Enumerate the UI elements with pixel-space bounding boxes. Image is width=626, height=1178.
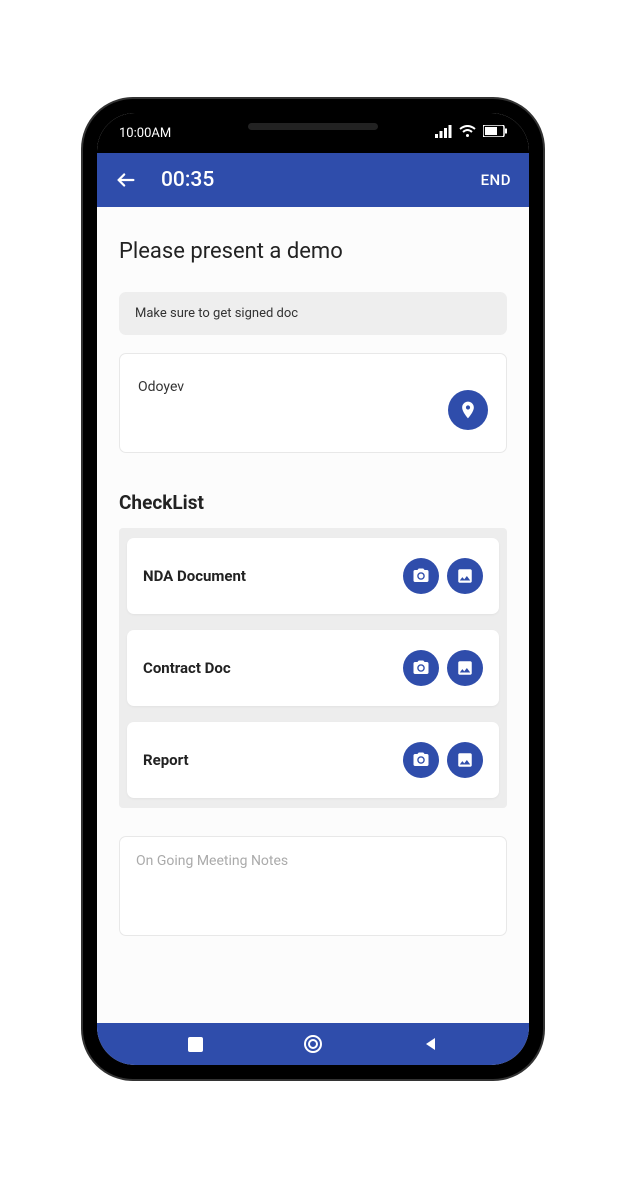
location-card: Odoyev <box>119 353 507 453</box>
notes-box <box>119 836 507 936</box>
checklist-item-label: Contract Doc <box>143 659 231 677</box>
timer-display: 00:35 <box>161 168 481 192</box>
status-right <box>435 125 507 142</box>
checklist-item-contract: Contract Doc <box>127 630 499 706</box>
location-pin-button[interactable] <box>448 390 488 430</box>
back-button[interactable] <box>115 169 137 191</box>
checklist-actions <box>403 558 483 594</box>
wifi-icon <box>459 125 476 142</box>
battery-icon <box>483 125 507 141</box>
camera-button[interactable] <box>403 558 439 594</box>
phone-speaker <box>248 123 378 130</box>
nav-back-button[interactable] <box>411 1024 451 1064</box>
checklist-item-report: Report <box>127 722 499 798</box>
checklist-item-nda: NDA Document <box>127 538 499 614</box>
image-button[interactable] <box>447 742 483 778</box>
app-bar: 00:35 END <box>97 153 529 207</box>
end-button[interactable]: END <box>481 171 511 189</box>
note-box: Make sure to get signed doc <box>119 292 507 335</box>
screen: 10:00AM <box>97 113 529 1065</box>
content-area: Please present a demo Make sure to get s… <box>97 207 529 1023</box>
nav-home-button[interactable] <box>293 1024 333 1064</box>
nav-bar <box>97 1023 529 1065</box>
image-button[interactable] <box>447 650 483 686</box>
phone-frame: 10:00AM <box>83 99 543 1079</box>
page-title: Please present a demo <box>119 239 507 264</box>
camera-button[interactable] <box>403 650 439 686</box>
nav-recent-button[interactable] <box>175 1024 215 1064</box>
camera-button[interactable] <box>403 742 439 778</box>
status-time: 10:00AM <box>119 126 171 141</box>
checklist-title: CheckList <box>119 491 507 514</box>
checklist-actions <box>403 742 483 778</box>
signal-icon <box>435 125 452 142</box>
checklist-actions <box>403 650 483 686</box>
checklist-item-label: NDA Document <box>143 567 246 585</box>
checklist-container: NDA Document <box>119 528 507 808</box>
meeting-notes-input[interactable] <box>136 853 490 885</box>
status-bar: 10:00AM <box>97 113 529 153</box>
note-text: Make sure to get signed doc <box>135 306 298 321</box>
checklist-item-label: Report <box>143 751 189 769</box>
image-button[interactable] <box>447 558 483 594</box>
location-name: Odoyev <box>138 379 184 395</box>
